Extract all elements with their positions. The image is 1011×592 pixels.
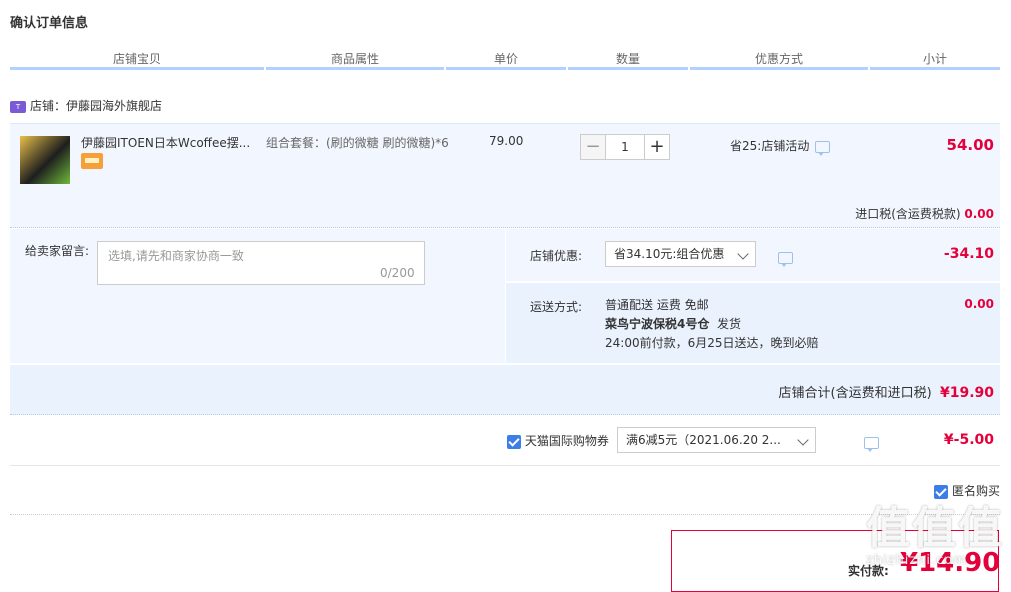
shipping-method: 普通配送 运费 免邮 [605,298,709,312]
shop-total-value: ¥19.90 [939,385,994,401]
coupon-label: 天猫国际购物券 [524,434,609,448]
message-char-count: 0/200 [380,266,415,280]
item-subtotal: 54.00 [946,136,994,154]
col-subtotal: 小计 [870,48,1000,70]
shipping-eta: 24:00前付款，6月25日送达，晚到必赔 [605,336,819,350]
import-tax-value: 0.00 [964,207,994,221]
shop-total-label: 店铺合计(含运费和进口税) [778,386,932,401]
quantity-input[interactable]: 1 [606,134,644,160]
shop-discount-value: -34.10 [943,246,994,262]
col-quantity: 数量 [568,48,688,70]
shop-name[interactable]: 店铺：伊藤园海外旗舰店 [30,99,162,113]
coupon-value: ¥-5.00 [943,432,994,448]
anonymous-label: 匿名购买 [951,484,1000,498]
shop-discount-label: 店铺优惠: [530,249,583,263]
chevron-down-icon [737,248,749,260]
coupon-checkbox[interactable] [507,434,521,449]
col-shop-item: 店铺宝贝 [10,48,264,70]
shipping-warehouse: 菜鸟宁波保税4号仓 [605,317,710,331]
quantity-increase-button[interactable]: + [644,134,670,160]
import-tax-label: 进口税(含运费税款) [855,207,961,221]
col-unit-price: 单价 [446,48,566,70]
chat-icon[interactable] [815,140,831,156]
shipping-value: 0.00 [964,297,994,311]
unit-price: 79.00 [489,134,524,148]
watermark-logo: 值值值 [866,503,1004,554]
shipping-warehouse-line: 菜鸟宁波保税4号仓 发货 [605,315,819,334]
divider [10,465,1000,466]
credit-card-icon [81,153,103,169]
message-label: 给卖家留言: [25,244,90,258]
order-table-header: 店铺宝贝 商品属性 单价 数量 优惠方式 小计 [10,48,1000,70]
anonymous-purchase: 匿名购买 [934,482,1000,499]
page-title: 确认订单信息 [10,16,89,31]
import-tax-row: 进口税(含运费税款) 0.00 [855,205,994,222]
shipping-details: 普通配送 运费 免邮 菜鸟宁波保税4号仓 发货 24:00前付款，6月25日送达… [605,296,819,353]
tmall-global-icon: T [10,100,26,113]
watermark: 值值值 zhizhizhi.com [866,505,1006,587]
shipping-label: 运送方式: [530,300,583,314]
shipping-dispatch: 发货 [717,317,742,331]
message-placeholder: 选填,请先和商家协商一致 [108,249,244,263]
anonymous-checkbox[interactable] [934,484,949,499]
promo-info: 省25:店铺活动 [730,137,831,156]
coupon-select[interactable]: 满6减5元（2021.06.20 2... [617,427,816,453]
divider [10,514,1000,515]
shop-discount-selected: 省34.10元:组合优惠 [614,247,725,261]
chevron-down-icon [797,434,809,446]
shop-row: T 店铺：伊藤园海外旗舰店 [10,96,162,116]
watermark-url: zhizhizhi.com [866,553,967,568]
quantity-stepper: − 1 + [580,134,670,160]
product-attributes: 组合套餐：(刷的微糖 刷的微糖)*6 [266,136,449,150]
col-attributes: 商品属性 [266,48,444,70]
shop-discount-select[interactable]: 省34.10元:组合优惠 [605,241,756,267]
col-discount: 优惠方式 [690,48,868,70]
coupon-selected: 满6减5元（2021.06.20 2... [626,433,781,447]
chat-icon[interactable] [778,251,793,267]
product-thumbnail[interactable] [20,136,70,184]
shop-total: 店铺合计(含运费和进口税) ¥19.90 [779,382,994,401]
chat-icon[interactable] [863,436,879,452]
product-name-link[interactable]: 伊藤园ITOEN日本Wcoffee摆... [81,134,256,151]
coupon-row: 天猫国际购物券 [507,432,609,449]
promo-text: 省25:店铺活动 [730,139,810,153]
quantity-decrease-button[interactable]: − [580,134,606,160]
